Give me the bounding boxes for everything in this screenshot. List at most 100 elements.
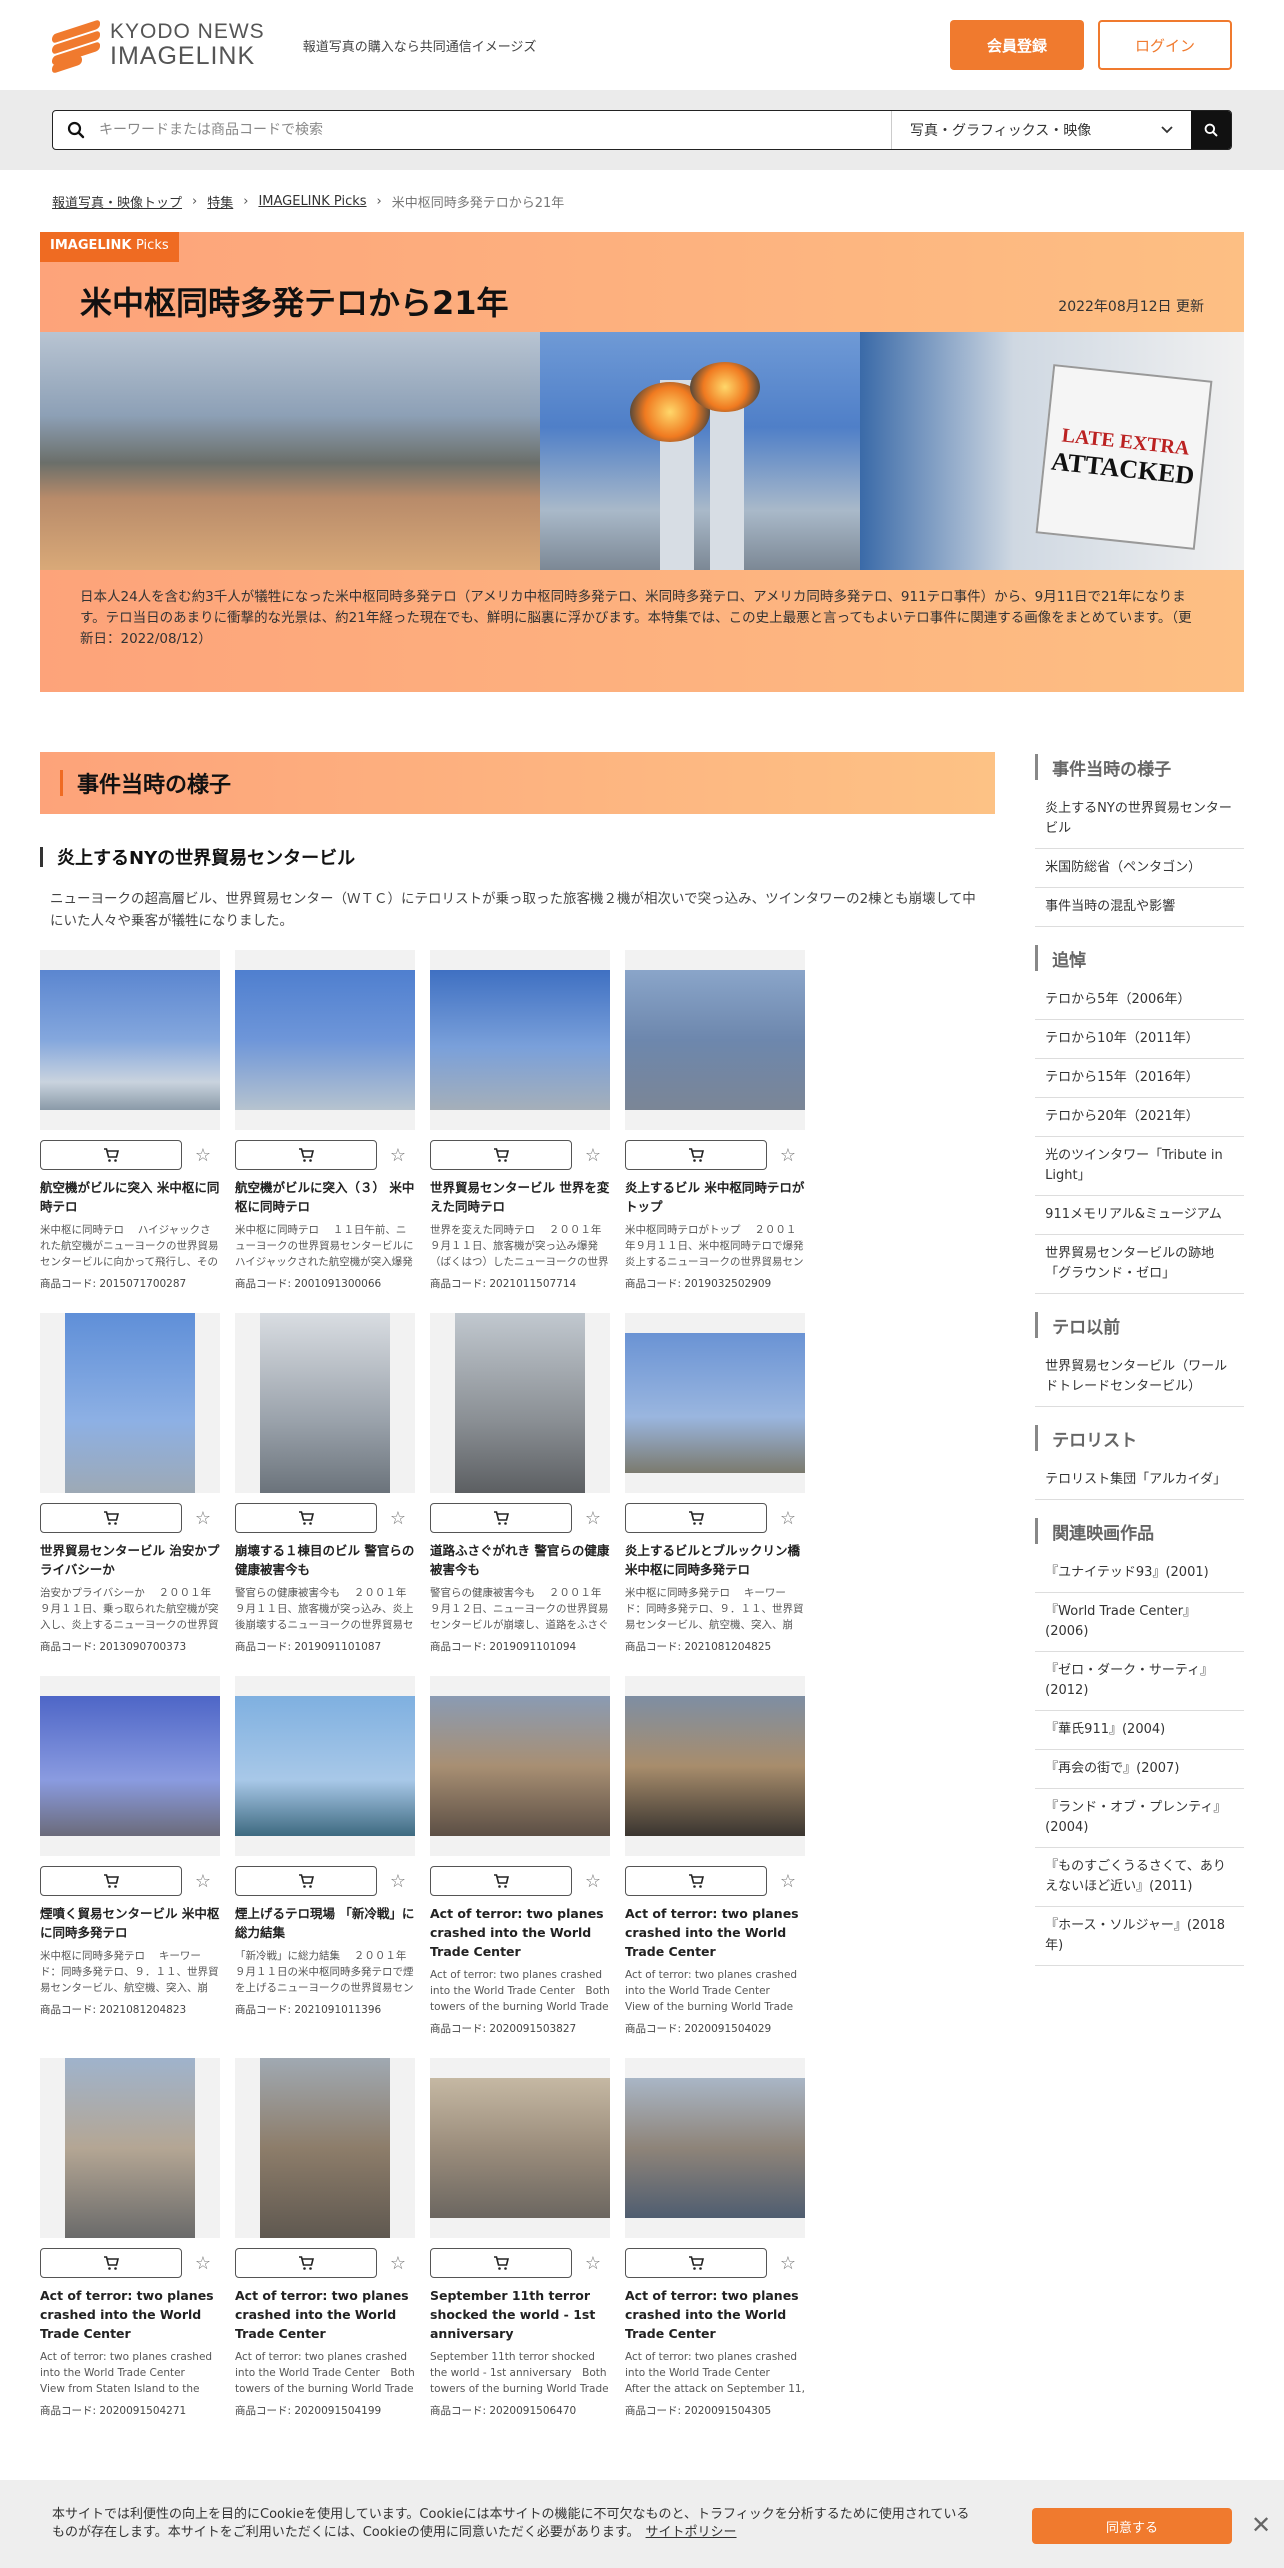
card-thumbnail[interactable] (430, 1676, 610, 1856)
register-button[interactable]: 会員登録 (950, 20, 1084, 70)
card-title[interactable]: 世界貿易センタービル 治安かプライバシーか (40, 1541, 220, 1579)
image-card[interactable]: ☆ 世界貿易センタービル 世界を変えた同時テロ 世界を変えた同時テロ ２００１年９月… (430, 950, 610, 1291)
card-title[interactable]: 道路ふさぐがれき 警官らの健康被害今も (430, 1541, 610, 1579)
card-title[interactable]: Act of terror: two planes crashed into t… (430, 1904, 610, 1961)
favorite-star-icon[interactable]: ☆ (188, 1866, 218, 1896)
favorite-star-icon[interactable]: ☆ (578, 1140, 608, 1170)
favorite-star-icon[interactable]: ☆ (188, 1140, 218, 1170)
favorite-star-icon[interactable]: ☆ (773, 2248, 803, 2278)
card-thumbnail[interactable] (430, 950, 610, 1130)
card-thumbnail[interactable] (40, 1676, 220, 1856)
search-input[interactable] (99, 111, 891, 149)
add-to-cart-button[interactable] (625, 1866, 767, 1896)
breadcrumb-picks-link[interactable]: IMAGELINK Picks (258, 194, 366, 209)
image-card[interactable]: ☆ 世界貿易センタービル 治安かプライバシーか 治安かプライバシーか ２００１年９月… (40, 1313, 220, 1654)
card-title[interactable]: Act of terror: two planes crashed into t… (235, 2286, 415, 2343)
add-to-cart-button[interactable] (40, 1503, 182, 1533)
image-card[interactable]: ☆ September 11th terror shocked the world… (430, 2058, 610, 2418)
search-submit-button[interactable] (1191, 111, 1231, 149)
sidebar-link[interactable]: 『ユナイテッド93』(2001) (1035, 1554, 1244, 1593)
favorite-star-icon[interactable]: ☆ (383, 1866, 413, 1896)
sidebar-link[interactable]: 『華氏911』(2004) (1035, 1711, 1244, 1750)
card-thumbnail[interactable] (40, 1313, 220, 1493)
cookie-accept-button[interactable]: 同意する (1032, 2508, 1232, 2544)
add-to-cart-button[interactable] (235, 1140, 377, 1170)
favorite-star-icon[interactable]: ☆ (773, 1503, 803, 1533)
image-card[interactable]: ☆ Act of terror: two planes crashed into … (40, 2058, 220, 2418)
favorite-star-icon[interactable]: ☆ (383, 1503, 413, 1533)
favorite-star-icon[interactable]: ☆ (383, 1140, 413, 1170)
add-to-cart-button[interactable] (430, 1866, 572, 1896)
favorite-star-icon[interactable]: ☆ (383, 2248, 413, 2278)
favorite-star-icon[interactable]: ☆ (578, 2248, 608, 2278)
add-to-cart-button[interactable] (40, 1140, 182, 1170)
sidebar-link[interactable]: 『ランド・オブ・プレンティ』(2004) (1035, 1789, 1244, 1848)
add-to-cart-button[interactable] (40, 2248, 182, 2278)
login-button[interactable]: ログイン (1098, 20, 1232, 70)
card-thumbnail[interactable] (40, 2058, 220, 2238)
breadcrumb-feature-link[interactable]: 特集 (207, 192, 233, 211)
favorite-star-icon[interactable]: ☆ (188, 2248, 218, 2278)
favorite-star-icon[interactable]: ☆ (578, 1866, 608, 1896)
sidebar-link[interactable]: 『ものすごくうるさくて、ありえないほど近い』(2011) (1035, 1848, 1244, 1907)
card-thumbnail[interactable] (235, 2058, 415, 2238)
sidebar-link[interactable]: 『World Trade Center』(2006) (1035, 1593, 1244, 1652)
add-to-cart-button[interactable] (235, 1866, 377, 1896)
card-title[interactable]: 航空機がビルに突入 米中枢に同時テロ (40, 1178, 220, 1216)
search-category-select[interactable]: 写真・グラフィックス・映像 (891, 111, 1191, 149)
card-thumbnail[interactable] (625, 2058, 805, 2238)
card-thumbnail[interactable] (235, 950, 415, 1130)
sidebar-link[interactable]: 911メモリアル&ミュージアム (1035, 1196, 1244, 1235)
card-thumbnail[interactable] (430, 1313, 610, 1493)
site-logo[interactable]: KYODO NEWS IMAGELINK (52, 19, 265, 74)
image-card[interactable]: ☆ Act of terror: two planes crashed into … (625, 1676, 805, 2036)
sidebar-link[interactable]: 『ゼロ・ダーク・サーティ』(2012) (1035, 1652, 1244, 1711)
image-card[interactable]: ☆ Act of terror: two planes crashed into … (625, 2058, 805, 2418)
image-card[interactable]: ☆ 航空機がビルに突入（３） 米中枢に同時テロ 米中枢に同時テロ １１日午前、ニュー… (235, 950, 415, 1291)
image-card[interactable]: ☆ 炎上するビル 米中枢同時テロがトップ 米中枢同時テロがトップ ２００１年９月１１… (625, 950, 805, 1291)
sidebar-link[interactable]: テロから15年（2016年） (1035, 1059, 1244, 1098)
card-thumbnail[interactable] (430, 2058, 610, 2238)
image-card[interactable]: ☆ 道路ふさぐがれき 警官らの健康被害今も 警官らの健康被害今も ２００１年９月１２… (430, 1313, 610, 1654)
card-title[interactable]: Act of terror: two planes crashed into t… (625, 1904, 805, 1961)
card-title[interactable]: September 11th terror shocked the world … (430, 2286, 610, 2343)
add-to-cart-button[interactable] (430, 2248, 572, 2278)
add-to-cart-button[interactable] (625, 1503, 767, 1533)
image-card[interactable]: ☆ 航空機がビルに突入 米中枢に同時テロ 米中枢に同時テロ ハイジャックされた航空機… (40, 950, 220, 1291)
card-title[interactable]: Act of terror: two planes crashed into t… (625, 2286, 805, 2343)
card-thumbnail[interactable] (235, 1676, 415, 1856)
image-card[interactable]: ☆ 煙上げるテロ現場 「新冷戦」に総力結集 「新冷戦」に総力結集 ２００１年９月１１… (235, 1676, 415, 2036)
sidebar-link[interactable]: 事件当時の混乱や影響 (1035, 888, 1244, 927)
sidebar-link[interactable]: 炎上するNYの世界貿易センタービル (1035, 790, 1244, 849)
add-to-cart-button[interactable] (430, 1503, 572, 1533)
sidebar-link[interactable]: 『再会の街で』(2007) (1035, 1750, 1244, 1789)
card-thumbnail[interactable] (40, 950, 220, 1130)
image-card[interactable]: ☆ 炎上するビルとブルックリン橋 米中枢に同時多発テロ 米中枢に同時多発テロ キーワ… (625, 1313, 805, 1654)
breadcrumb-top-link[interactable]: 報道写真・映像トップ (52, 192, 182, 211)
add-to-cart-button[interactable] (235, 1503, 377, 1533)
close-icon[interactable]: ✕ (1246, 2510, 1276, 2540)
image-card[interactable]: ☆ Act of terror: two planes crashed into … (235, 2058, 415, 2418)
add-to-cart-button[interactable] (235, 2248, 377, 2278)
card-title[interactable]: 炎上するビル 米中枢同時テロがトップ (625, 1178, 805, 1216)
add-to-cart-button[interactable] (625, 1140, 767, 1170)
add-to-cart-button[interactable] (40, 1866, 182, 1896)
add-to-cart-button[interactable] (625, 2248, 767, 2278)
sidebar-link[interactable]: テロリスト集団「アルカイダ」 (1035, 1461, 1244, 1500)
site-policy-link[interactable]: サイトポリシー (646, 2525, 737, 2540)
image-card[interactable]: ☆ 煙噴く貿易センタービル 米中枢に同時多発テロ 米中枢に同時多発テロ キーワード：… (40, 1676, 220, 2036)
sidebar-link[interactable]: 世界貿易センタービルの跡地「グラウンド・ゼロ」 (1035, 1235, 1244, 1294)
sidebar-link[interactable]: テロから5年（2006年） (1035, 981, 1244, 1020)
favorite-star-icon[interactable]: ☆ (773, 1866, 803, 1896)
card-thumbnail[interactable] (235, 1313, 415, 1493)
card-title[interactable]: Act of terror: two planes crashed into t… (40, 2286, 220, 2343)
card-thumbnail[interactable] (625, 950, 805, 1130)
card-title[interactable]: 航空機がビルに突入（３） 米中枢に同時テロ (235, 1178, 415, 1216)
add-to-cart-button[interactable] (430, 1140, 572, 1170)
card-title[interactable]: 炎上するビルとブルックリン橋 米中枢に同時多発テロ (625, 1541, 805, 1579)
card-title[interactable]: 煙噴く貿易センタービル 米中枢に同時多発テロ (40, 1904, 220, 1942)
sidebar-link[interactable]: 米国防総省（ペンタゴン） (1035, 849, 1244, 888)
favorite-star-icon[interactable]: ☆ (773, 1140, 803, 1170)
sidebar-link[interactable]: 世界貿易センタービル（ワールドトレードセンタービル） (1035, 1348, 1244, 1407)
card-title[interactable]: 崩壊する１棟目のビル 警官らの健康被害今も (235, 1541, 415, 1579)
